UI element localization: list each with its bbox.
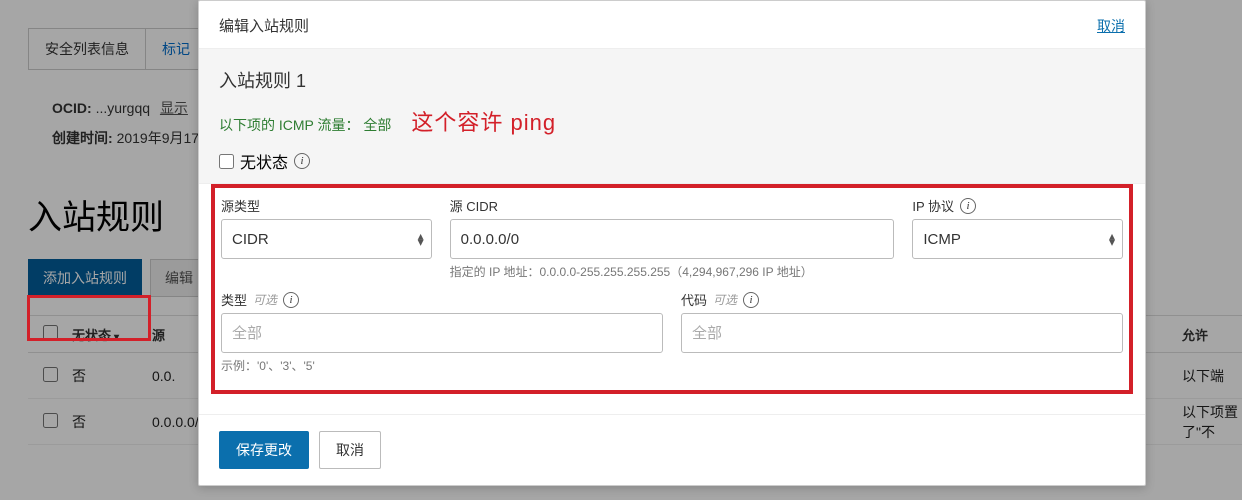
type-example-hint: 示例：'0'、'3'、'5' [221, 357, 663, 374]
code-label: 代码 [681, 290, 707, 309]
code-input[interactable] [681, 313, 1123, 353]
source-cidr-label: 源 CIDR [450, 196, 895, 215]
ip-protocol-label: IP 协议 [912, 196, 954, 215]
modal-cancel-link[interactable]: 取消 [1097, 16, 1125, 36]
rule-section-header: 入站规则 1 以下项的 ICMP 流量： 全部 这个容许 ping 无状态 i [199, 49, 1145, 184]
ip-protocol-select[interactable]: ICMP [912, 219, 1123, 259]
type-label: 类型 [221, 290, 247, 309]
save-changes-button[interactable]: 保存更改 [219, 431, 309, 469]
modal-header: 编辑入站规则 取消 [199, 1, 1145, 49]
icmp-traffic-value: 全部 [363, 117, 391, 133]
info-icon[interactable]: i [960, 198, 976, 214]
source-type-label: 源类型 [221, 196, 432, 215]
info-icon[interactable]: i [743, 292, 759, 308]
modal-title: 编辑入站规则 [219, 15, 309, 36]
optional-marker: 可选 [713, 291, 737, 308]
source-type-select[interactable]: CIDR [221, 219, 432, 259]
type-input[interactable] [221, 313, 663, 353]
edit-ingress-rule-modal: 编辑入站规则 取消 入站规则 1 以下项的 ICMP 流量： 全部 这个容许 p… [198, 0, 1146, 486]
rule-number-title: 入站规则 1 [219, 67, 1125, 93]
cidr-hint: 指定的 IP 地址：0.0.0.0-255.255.255.255（4,294,… [450, 263, 895, 280]
info-icon[interactable]: i [294, 153, 310, 169]
modal-footer: 保存更改 取消 [199, 414, 1145, 485]
source-cidr-input[interactable] [450, 219, 895, 259]
stateless-checkbox[interactable] [219, 154, 234, 169]
cancel-button[interactable]: 取消 [319, 431, 381, 469]
info-icon[interactable]: i [283, 292, 299, 308]
optional-marker: 可选 [253, 291, 277, 308]
annotation-highlight-form: 源类型 CIDR ▴▾ 源 CIDR 指定的 IP 地址：0.0.0.0-255… [211, 184, 1133, 394]
stateless-label: 无状态 [240, 149, 288, 173]
annotation-text: 这个容许 ping [411, 105, 556, 137]
modal-body: 入站规则 1 以下项的 ICMP 流量： 全部 这个容许 ping 无状态 i … [199, 49, 1145, 414]
icmp-traffic-prefix: 以下项的 ICMP 流量： [219, 117, 360, 133]
